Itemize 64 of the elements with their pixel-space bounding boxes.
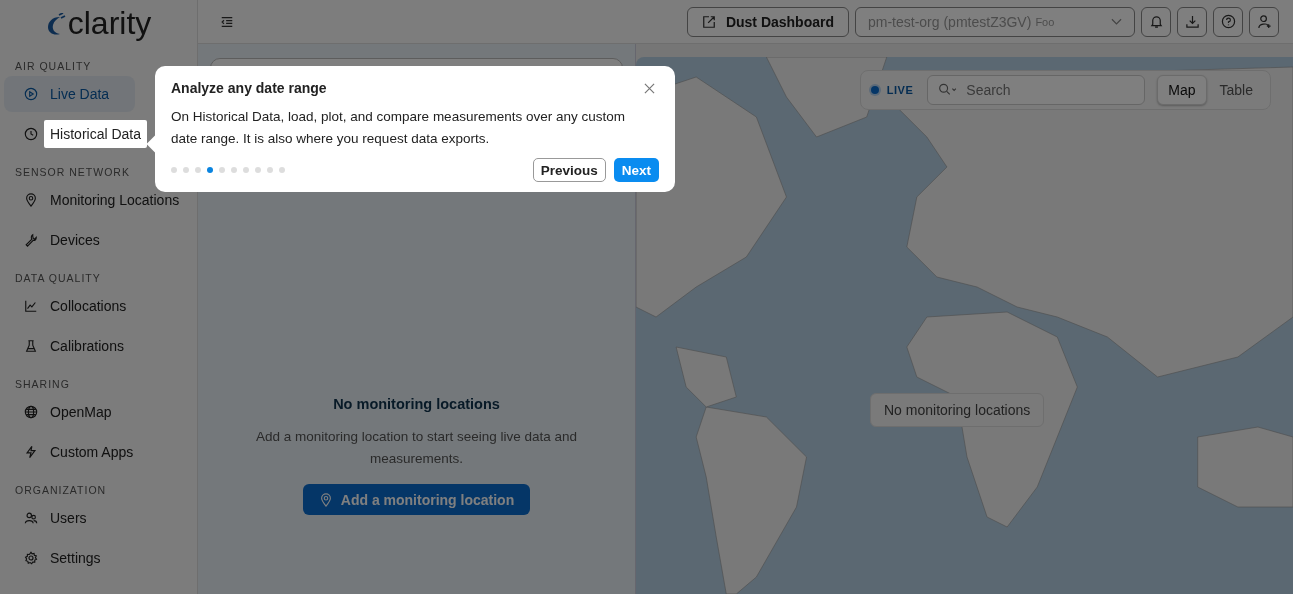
view-tab[interactable]: Table: [1208, 75, 1264, 105]
logo-swoosh-icon: [45, 13, 66, 37]
sidebar-item[interactable]: OpenMap: [4, 394, 138, 430]
users-icon: [24, 511, 38, 525]
external-link-icon: [701, 14, 716, 29]
step-dot[interactable]: [219, 167, 225, 173]
sidebar-item[interactable]: Monitoring Locations: [4, 182, 206, 218]
help-icon: [1220, 14, 1236, 29]
download-button[interactable]: [1177, 6, 1207, 37]
section-heading: AIR QUALITY: [15, 59, 92, 74]
account-button[interactable]: [1249, 6, 1279, 37]
step-dot[interactable]: [231, 167, 237, 173]
empty-state-text: Add a monitoring location to start seeing live data and measurements.: [254, 428, 579, 468]
sidebar-item[interactable]: Live Data: [4, 76, 136, 112]
sidebar-item[interactable]: Settings: [4, 540, 134, 576]
section-heading: SENSOR NETWORK: [15, 165, 130, 180]
gear-icon: [24, 551, 38, 565]
section-heading: DATA QUALITY: [15, 271, 101, 286]
globe-icon: [24, 405, 38, 419]
download-icon: [1184, 14, 1200, 29]
sidebar-item[interactable]: Devices: [4, 222, 134, 258]
sidebar-item[interactable]: Users: [4, 500, 134, 536]
flask-icon: [24, 339, 38, 353]
empty-state-title: No monitoring locations: [333, 396, 500, 412]
step-dot[interactable]: [243, 167, 249, 173]
view-tab[interactable]: Map: [1157, 75, 1207, 105]
map-empty-message: No monitoring locations: [870, 393, 1045, 427]
wrench-icon: [24, 233, 38, 247]
user-icon: [1256, 14, 1272, 29]
sidebar-item[interactable]: Collocations: [4, 288, 153, 324]
step-dot[interactable]: [183, 167, 189, 173]
tour-text: On Historical Data, load, plot, and compare measurements over any custom date range. It is also where you request data exports.: [171, 108, 626, 148]
section-heading: SHARING: [15, 377, 70, 392]
step-dot[interactable]: [195, 167, 201, 173]
step-dot[interactable]: [279, 167, 285, 173]
collapse-menu-icon[interactable]: [220, 14, 234, 29]
next-button[interactable]: Next: [613, 158, 659, 182]
section-heading: ORGANIZATION: [15, 483, 107, 498]
pin-icon: [24, 193, 38, 207]
chart-icon: [24, 299, 38, 313]
bell-icon: [1148, 14, 1164, 29]
play-icon: [24, 87, 38, 101]
live-label: LIVE: [886, 84, 914, 96]
logo-text: clarity: [67, 7, 152, 39]
close-icon[interactable]: [644, 82, 655, 94]
help-button[interactable]: [1213, 6, 1243, 37]
notifications-button[interactable]: [1141, 6, 1171, 37]
bolt-icon: [24, 445, 38, 459]
sidebar-item[interactable]: Calibrations: [4, 328, 150, 364]
dust-dashboard-button[interactable]: Dust Dashboard: [686, 6, 849, 37]
chevron-down-icon: [1111, 17, 1122, 26]
sidebar-item[interactable]: Historical Data: [4, 116, 168, 152]
pin-icon: [318, 492, 333, 507]
live-indicator-icon: [870, 86, 879, 94]
step-dot[interactable]: [255, 167, 261, 173]
step-dot[interactable]: [207, 167, 213, 173]
step-dot[interactable]: [267, 167, 273, 173]
search-field[interactable]: Search: [927, 75, 1146, 105]
sidebar-item[interactable]: Custom Apps: [4, 434, 160, 470]
clock-icon: [24, 127, 38, 141]
add-monitoring-location-button[interactable]: Add a monitoring location: [302, 484, 531, 515]
tour-title: Analyze any date range: [171, 80, 327, 96]
previous-button[interactable]: Previous: [532, 158, 606, 182]
step-dot[interactable]: [171, 167, 177, 173]
